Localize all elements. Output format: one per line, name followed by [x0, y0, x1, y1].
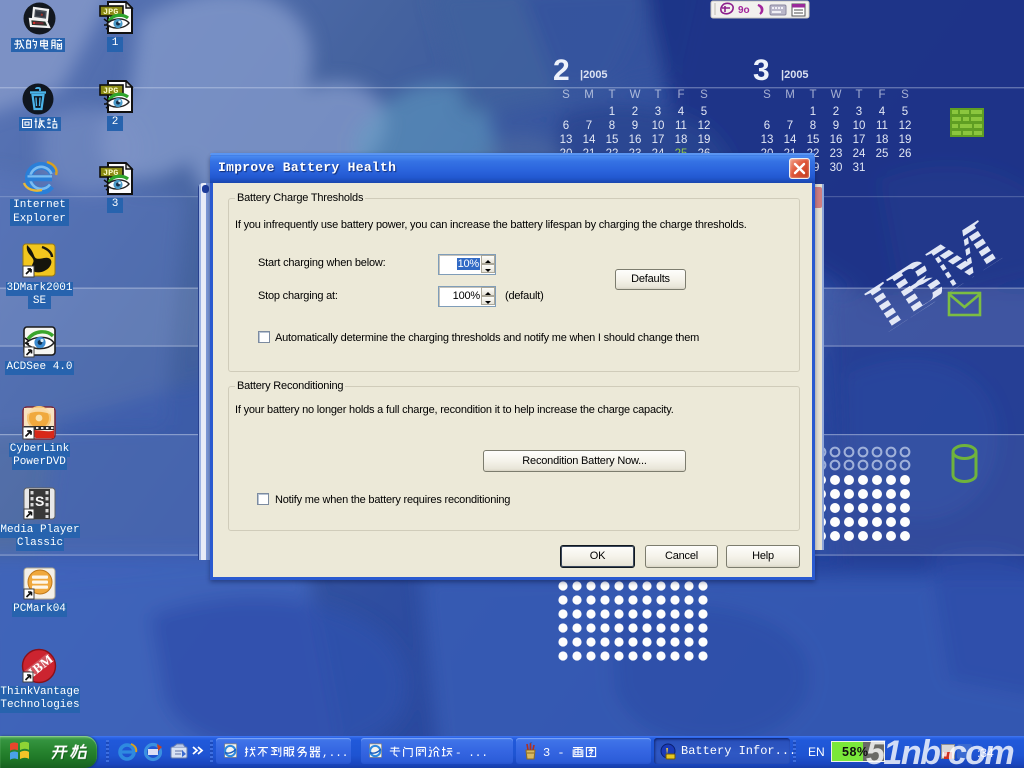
- svg-text:S: S: [35, 493, 44, 509]
- svg-text:9: 9: [833, 120, 839, 132]
- svg-text:16: 16: [830, 134, 843, 146]
- svg-text:4: 4: [879, 106, 886, 118]
- svg-text:31: 31: [853, 162, 866, 174]
- svg-text:14: 14: [784, 134, 797, 146]
- svg-text:11: 11: [876, 120, 888, 132]
- svg-text:2: 2: [553, 54, 570, 87]
- svg-text:M: M: [584, 89, 594, 101]
- svg-text:14: 14: [583, 134, 596, 146]
- svg-text:18: 18: [876, 134, 889, 146]
- svg-text:9: 9: [632, 120, 638, 132]
- svg-text:3: 3: [655, 106, 661, 118]
- svg-text:7: 7: [787, 120, 793, 132]
- svg-text:S: S: [562, 89, 570, 101]
- svg-text:5: 5: [902, 106, 908, 118]
- svg-text:10: 10: [853, 120, 866, 132]
- svg-text:|2005: |2005: [580, 69, 608, 81]
- svg-text:12: 12: [899, 120, 912, 132]
- svg-text:8: 8: [609, 120, 615, 132]
- svg-text:30: 30: [830, 162, 843, 174]
- svg-text:T: T: [855, 89, 862, 101]
- svg-text:7: 7: [586, 120, 592, 132]
- svg-text:S: S: [763, 89, 771, 101]
- svg-text:17: 17: [853, 134, 866, 146]
- svg-text:15: 15: [606, 134, 619, 146]
- svg-text:6: 6: [764, 120, 770, 132]
- svg-text:26: 26: [899, 148, 912, 160]
- svg-text:1: 1: [609, 106, 615, 118]
- svg-text:23: 23: [830, 148, 843, 160]
- svg-text:13: 13: [560, 134, 573, 146]
- svg-text:W: W: [831, 89, 842, 101]
- svg-text:F: F: [677, 89, 684, 101]
- svg-text:- ...: - ...: [455, 748, 488, 760]
- svg-text:3 -: 3 -: [543, 746, 565, 760]
- svg-text:T: T: [608, 89, 615, 101]
- svg-text:3: 3: [753, 54, 770, 87]
- svg-text:11: 11: [675, 120, 687, 132]
- svg-text:13: 13: [761, 134, 774, 146]
- svg-text:19: 19: [899, 134, 912, 146]
- svg-text:25: 25: [876, 148, 889, 160]
- svg-text:24: 24: [853, 148, 866, 160]
- svg-text:T: T: [809, 89, 816, 101]
- svg-text:12: 12: [698, 120, 711, 132]
- svg-text:8: 8: [810, 120, 816, 132]
- svg-text:5: 5: [701, 106, 707, 118]
- svg-text:S: S: [700, 89, 708, 101]
- svg-text:M: M: [785, 89, 795, 101]
- svg-text:19: 19: [698, 134, 711, 146]
- svg-text:|2005: |2005: [781, 69, 809, 81]
- svg-text:10: 10: [652, 120, 665, 132]
- svg-text:F: F: [878, 89, 885, 101]
- svg-text:15: 15: [807, 134, 820, 146]
- svg-text:9o: 9o: [738, 5, 750, 16]
- svg-text:T: T: [654, 89, 661, 101]
- svg-text:17: 17: [652, 134, 665, 146]
- svg-text:16: 16: [629, 134, 642, 146]
- svg-text:S: S: [901, 89, 909, 101]
- svg-text:3: 3: [856, 106, 862, 118]
- svg-text:,...: ,...: [322, 748, 346, 760]
- svg-text:1: 1: [810, 106, 816, 118]
- svg-text:2: 2: [632, 106, 638, 118]
- svg-text:6: 6: [563, 120, 569, 132]
- svg-text:4: 4: [678, 106, 685, 118]
- svg-text:W: W: [630, 89, 641, 101]
- svg-text:2: 2: [833, 106, 839, 118]
- svg-text:18: 18: [675, 134, 688, 146]
